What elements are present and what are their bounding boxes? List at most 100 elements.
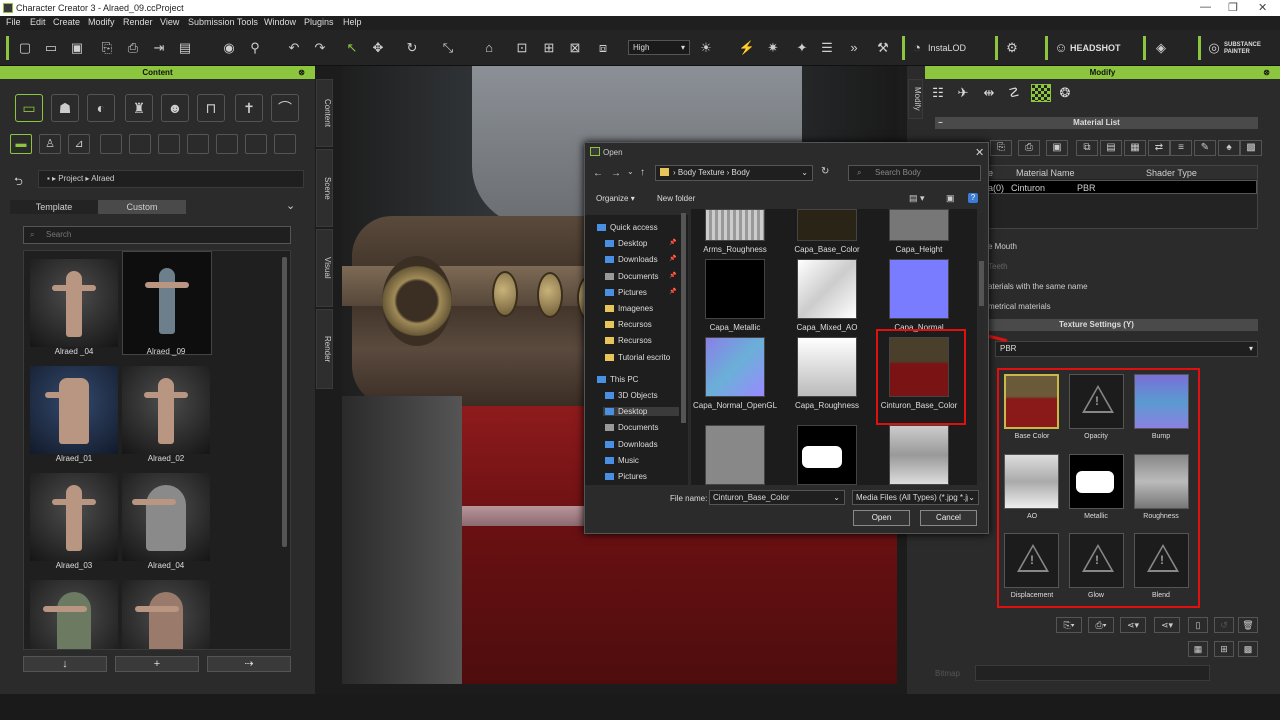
shader-dropdown[interactable]: PBR ▾: [995, 341, 1258, 357]
option-mouth[interactable]: e Mouth: [988, 242, 1017, 251]
sub-figure-icon[interactable]: ♙: [39, 134, 61, 154]
nav-item[interactable]: Tutorial escrito: [605, 353, 670, 362]
tab-template[interactable]: Template: [10, 200, 98, 214]
add-button[interactable]: +: [115, 656, 199, 672]
category-stage-icon[interactable]: ⌒: [271, 94, 299, 122]
content-search-input[interactable]: ⌕ Search: [23, 226, 291, 244]
organize-button[interactable]: Organize ▾: [596, 194, 635, 203]
blend-slot[interactable]: !: [1134, 533, 1189, 588]
texture-link-icon[interactable]: ⋖▾: [1154, 617, 1180, 633]
opacity-slot[interactable]: !: [1069, 374, 1124, 429]
chevron-down-icon[interactable]: ⌄: [833, 491, 840, 504]
close-window-button[interactable]: ✕: [1258, 1, 1267, 14]
path-segment[interactable]: Body Texture: [678, 168, 725, 177]
sub-empty-slot[interactable]: [245, 134, 267, 154]
spark-icon[interactable]: ✷: [764, 39, 782, 57]
home-icon[interactable]: ⌂: [480, 39, 498, 57]
new-folder-button[interactable]: New folder: [657, 194, 695, 203]
bitmap-path-field[interactable]: [975, 665, 1210, 681]
breadcrumb-alraed[interactable]: Alraed: [91, 174, 114, 183]
content-thumbnail[interactable]: [30, 366, 118, 454]
texture-grid-icon[interactable]: ▦: [1188, 641, 1208, 657]
file-thumbnail[interactable]: [705, 259, 765, 319]
menu-submission-tools[interactable]: Submission Tools: [188, 17, 258, 27]
address-bar[interactable]: › Body Texture › Body ⌄: [655, 165, 813, 181]
material-swap-icon[interactable]: ⇄: [1148, 140, 1170, 156]
more-icon[interactable]: »: [845, 39, 863, 57]
bump-slot[interactable]: [1134, 374, 1189, 429]
open-button[interactable]: Open: [853, 510, 910, 526]
pin-icon[interactable]: 📌: [669, 255, 676, 262]
download-button[interactable]: ↓: [23, 656, 107, 672]
light-icon[interactable]: ☀: [697, 39, 715, 57]
vtab-modify[interactable]: Modify: [908, 79, 923, 119]
back-icon[interactable]: ⮌: [14, 173, 23, 192]
filename-input[interactable]: Cinturon_Base_Color ⌄: [709, 490, 845, 505]
chevron-down-icon[interactable]: ⌄: [968, 491, 975, 504]
nav-item[interactable]: Downloads: [605, 440, 658, 449]
content-scrollbar[interactable]: [282, 257, 287, 547]
sub-empty-slot[interactable]: [216, 134, 238, 154]
files-scrollbar-track[interactable]: [979, 213, 984, 483]
file-thumbnail[interactable]: [797, 259, 857, 319]
settings-sliders-icon[interactable]: ☰: [818, 39, 836, 57]
nav-item[interactable]: Pictures 📌: [605, 288, 676, 297]
instalod-label[interactable]: InstaLOD: [928, 43, 966, 53]
filetype-dropdown[interactable]: Media Files (All Types) (*.jpg *.jp ⌄: [852, 490, 979, 505]
sub-empty-slot[interactable]: [187, 134, 209, 154]
material-grid-icon[interactable]: ▩: [1240, 140, 1262, 156]
texture-copy-icon[interactable]: ▯: [1188, 617, 1208, 633]
content-thumbnail[interactable]: [30, 259, 118, 347]
menu-modify[interactable]: Modify: [88, 17, 115, 27]
menu-window[interactable]: Window: [264, 17, 296, 27]
substance-icon[interactable]: ◎: [1205, 39, 1223, 57]
dialog-close-icon[interactable]: ✕: [975, 146, 984, 159]
texture-save-icon[interactable]: ⎙▾: [1088, 617, 1114, 633]
menu-create[interactable]: Create: [53, 17, 80, 27]
file-thumbnail[interactable]: [797, 425, 857, 485]
file-label[interactable]: Capa_Base_Color: [785, 245, 869, 255]
rotate-icon[interactable]: ↻: [403, 39, 421, 57]
nav-item[interactable]: Documents 📌: [605, 272, 676, 281]
sub-empty-slot[interactable]: [129, 134, 151, 154]
collapse-icon[interactable]: −: [938, 117, 943, 129]
material-icon[interactable]: [1031, 84, 1051, 102]
pose-icon[interactable]: ⚲: [246, 39, 264, 57]
menu-render[interactable]: Render: [123, 17, 153, 27]
category-head-icon[interactable]: ☻: [161, 94, 189, 122]
ao-slot[interactable]: [1004, 454, 1059, 509]
material-brush-icon[interactable]: ♠: [1218, 140, 1240, 156]
wand-icon[interactable]: ⚡: [738, 39, 756, 57]
menu-edit[interactable]: Edit: [30, 17, 46, 27]
render-icon[interactable]: ▤: [176, 39, 194, 57]
cube-icon[interactable]: ◈: [1152, 39, 1170, 57]
brush-icon[interactable]: ⚒: [874, 39, 892, 57]
options-chevron-icon[interactable]: ⌄: [286, 199, 295, 212]
texture-delete-icon[interactable]: 🗑: [1238, 617, 1258, 633]
back-arrow-icon[interactable]: ←: [593, 168, 603, 179]
help-icon[interactable]: ?: [968, 193, 978, 203]
effects-icon[interactable]: ✦: [793, 39, 811, 57]
path-segment[interactable]: Body: [732, 168, 750, 177]
file-thumbnail[interactable]: [889, 209, 949, 241]
vtab-content[interactable]: Content: [316, 79, 333, 147]
option-symmetrical[interactable]: metrical materials: [988, 302, 1051, 311]
save-icon[interactable]: ▣: [68, 39, 86, 57]
category-clothes-icon[interactable]: ♜: [125, 94, 153, 122]
nav-item[interactable]: Quick access: [597, 223, 658, 232]
pin-icon[interactable]: 📌: [669, 288, 676, 295]
instalod-icon[interactable]: ◔: [908, 39, 926, 57]
nav-item[interactable]: Documents: [605, 423, 658, 432]
close-panel-icon[interactable]: ⊗: [298, 66, 305, 79]
sub-empty-slot[interactable]: [100, 134, 122, 154]
send-icon[interactable]: ⇥: [150, 39, 168, 57]
material-ref-icon[interactable]: ≡: [1170, 140, 1192, 156]
file-thumbnail[interactable]: [889, 425, 949, 485]
close-panel-icon[interactable]: ⊗: [1263, 66, 1270, 79]
sub-empty-slot[interactable]: [274, 134, 296, 154]
table-row[interactable]: a(0) Cinturon PBR: [986, 180, 1257, 194]
apply-button[interactable]: ⇢: [207, 656, 291, 672]
base-color-slot[interactable]: [1004, 374, 1059, 429]
morph-icon[interactable]: ☡: [1004, 84, 1024, 102]
camera-icon[interactable]: ⧈: [594, 39, 612, 57]
